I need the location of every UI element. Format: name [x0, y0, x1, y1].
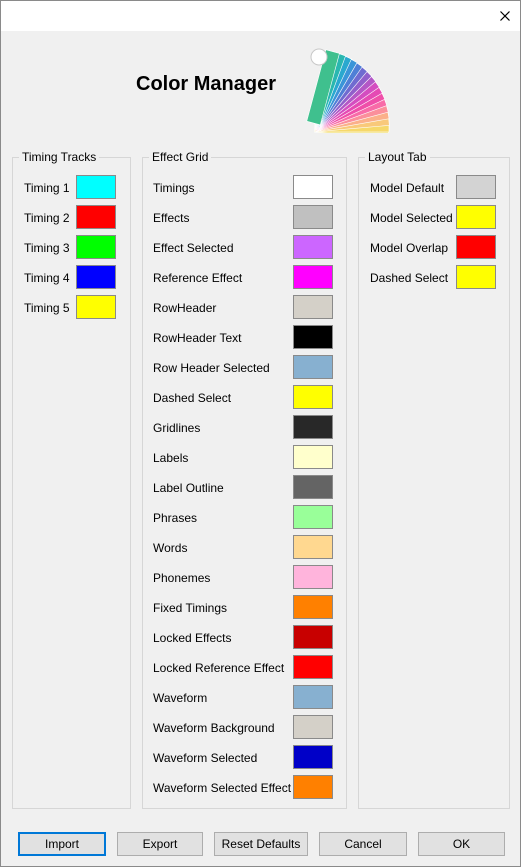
layout-tab-title: Layout Tab	[365, 150, 430, 164]
model-selected-color-swatch[interactable]	[456, 205, 496, 229]
ok-button[interactable]: OK	[418, 832, 505, 856]
effect-selected-color-swatch[interactable]	[293, 235, 333, 259]
import-button[interactable]: Import	[18, 832, 106, 856]
phrases-color-swatch[interactable]	[293, 505, 333, 529]
timing-4-color-swatch[interactable]	[76, 265, 116, 289]
rowheader-color-swatch[interactable]	[293, 295, 333, 319]
waveform-selected-effect-color-swatch[interactable]	[293, 775, 333, 799]
dashed-select-color-swatch[interactable]	[456, 265, 496, 289]
reset-defaults-button[interactable]: Reset Defaults	[214, 832, 308, 856]
phonemes-color-swatch[interactable]	[293, 565, 333, 589]
fixed-timings-color-swatch[interactable]	[293, 595, 333, 619]
timing-2-label: Timing 2	[24, 211, 70, 225]
model-default-label: Model Default	[370, 181, 445, 195]
locked-reference-effect-label: Locked Reference Effect	[153, 661, 285, 675]
timing-5-label: Timing 5	[24, 301, 70, 315]
model-selected-label: Model Selected	[370, 211, 453, 225]
timing-tracks-group: Timing Tracks Timing 1 Timing 2 Timing 3 Ti…	[12, 150, 131, 809]
model-default-color-swatch[interactable]	[456, 175, 496, 199]
layout-tab-group: Layout Tab Model Default Model Selected Mo…	[358, 150, 510, 809]
waveform-background-color-swatch[interactable]	[293, 715, 333, 739]
export-button[interactable]: Export	[117, 832, 203, 856]
waveform-background-label: Waveform Background	[153, 721, 275, 735]
timing-2-color-swatch[interactable]	[76, 205, 116, 229]
gridlines-color-swatch[interactable]	[293, 415, 333, 439]
timing-5-color-swatch[interactable]	[76, 295, 116, 319]
fixed-timings-label: Fixed Timings	[153, 601, 228, 615]
close-icon	[500, 11, 510, 21]
waveform-selected-effect-label: Waveform Selected Effect	[153, 781, 292, 795]
waveform-color-swatch[interactable]	[293, 685, 333, 709]
locked-effects-color-swatch[interactable]	[293, 625, 333, 649]
close-button[interactable]	[490, 1, 520, 31]
words-color-swatch[interactable]	[293, 535, 333, 559]
effect-grid-title: Effect Grid	[149, 150, 212, 164]
dashed-select-label: Dashed Select	[153, 391, 232, 405]
dashed-select-label: Dashed Select	[370, 271, 449, 285]
reference-effect-color-swatch[interactable]	[293, 265, 333, 289]
effect-grid-group: Effect Grid Timings Effects Effect Selecte…	[142, 150, 347, 809]
reference-effect-label: Reference Effect	[153, 271, 243, 285]
locked-reference-effect-color-swatch[interactable]	[293, 655, 333, 679]
timing-3-color-swatch[interactable]	[76, 235, 116, 259]
waveform-selected-label: Waveform Selected	[153, 751, 258, 765]
locked-effects-label: Locked Effects	[153, 631, 232, 645]
dashed-select-color-swatch[interactable]	[293, 385, 333, 409]
rowheader-text-label: RowHeader Text	[153, 331, 242, 345]
model-overlap-label: Model Overlap	[370, 241, 449, 255]
effect-selected-label: Effect Selected	[153, 241, 234, 255]
timing-3-label: Timing 3	[24, 241, 70, 255]
label-outline-color-swatch[interactable]	[293, 475, 333, 499]
cancel-button[interactable]: Cancel	[319, 832, 407, 856]
model-overlap-color-swatch[interactable]	[456, 235, 496, 259]
dialog-heading: Color Manager	[136, 73, 277, 95]
labels-label: Labels	[153, 451, 189, 465]
timing-1-color-swatch[interactable]	[76, 175, 116, 199]
timings-label: Timings	[153, 181, 195, 195]
phonemes-label: Phonemes	[153, 571, 211, 585]
labels-color-swatch[interactable]	[293, 445, 333, 469]
waveform-selected-color-swatch[interactable]	[293, 745, 333, 769]
title-bar	[1, 1, 520, 31]
gridlines-label: Gridlines	[153, 421, 201, 435]
row-header-selected-label: Row Header Selected	[153, 361, 270, 375]
row-header-selected-color-swatch[interactable]	[293, 355, 333, 379]
label-outline-label: Label Outline	[153, 481, 224, 495]
effects-color-swatch[interactable]	[293, 205, 333, 229]
effects-label: Effects	[153, 211, 190, 225]
rowheader-text-color-swatch[interactable]	[293, 325, 333, 349]
color-manager-dialog: Color Manager Timing Tracks Timing 1 Timi…	[0, 0, 521, 867]
timing-4-label: Timing 4	[24, 271, 70, 285]
phrases-label: Phrases	[153, 511, 198, 525]
timing-1-label: Timing 1	[24, 181, 70, 195]
timings-color-swatch[interactable]	[293, 175, 333, 199]
words-label: Words	[153, 541, 188, 555]
timing-tracks-title: Timing Tracks	[19, 150, 100, 164]
color-swatch-fan-icon	[306, 48, 390, 133]
rowheader-label: RowHeader	[153, 301, 217, 315]
waveform-label: Waveform	[153, 691, 208, 705]
